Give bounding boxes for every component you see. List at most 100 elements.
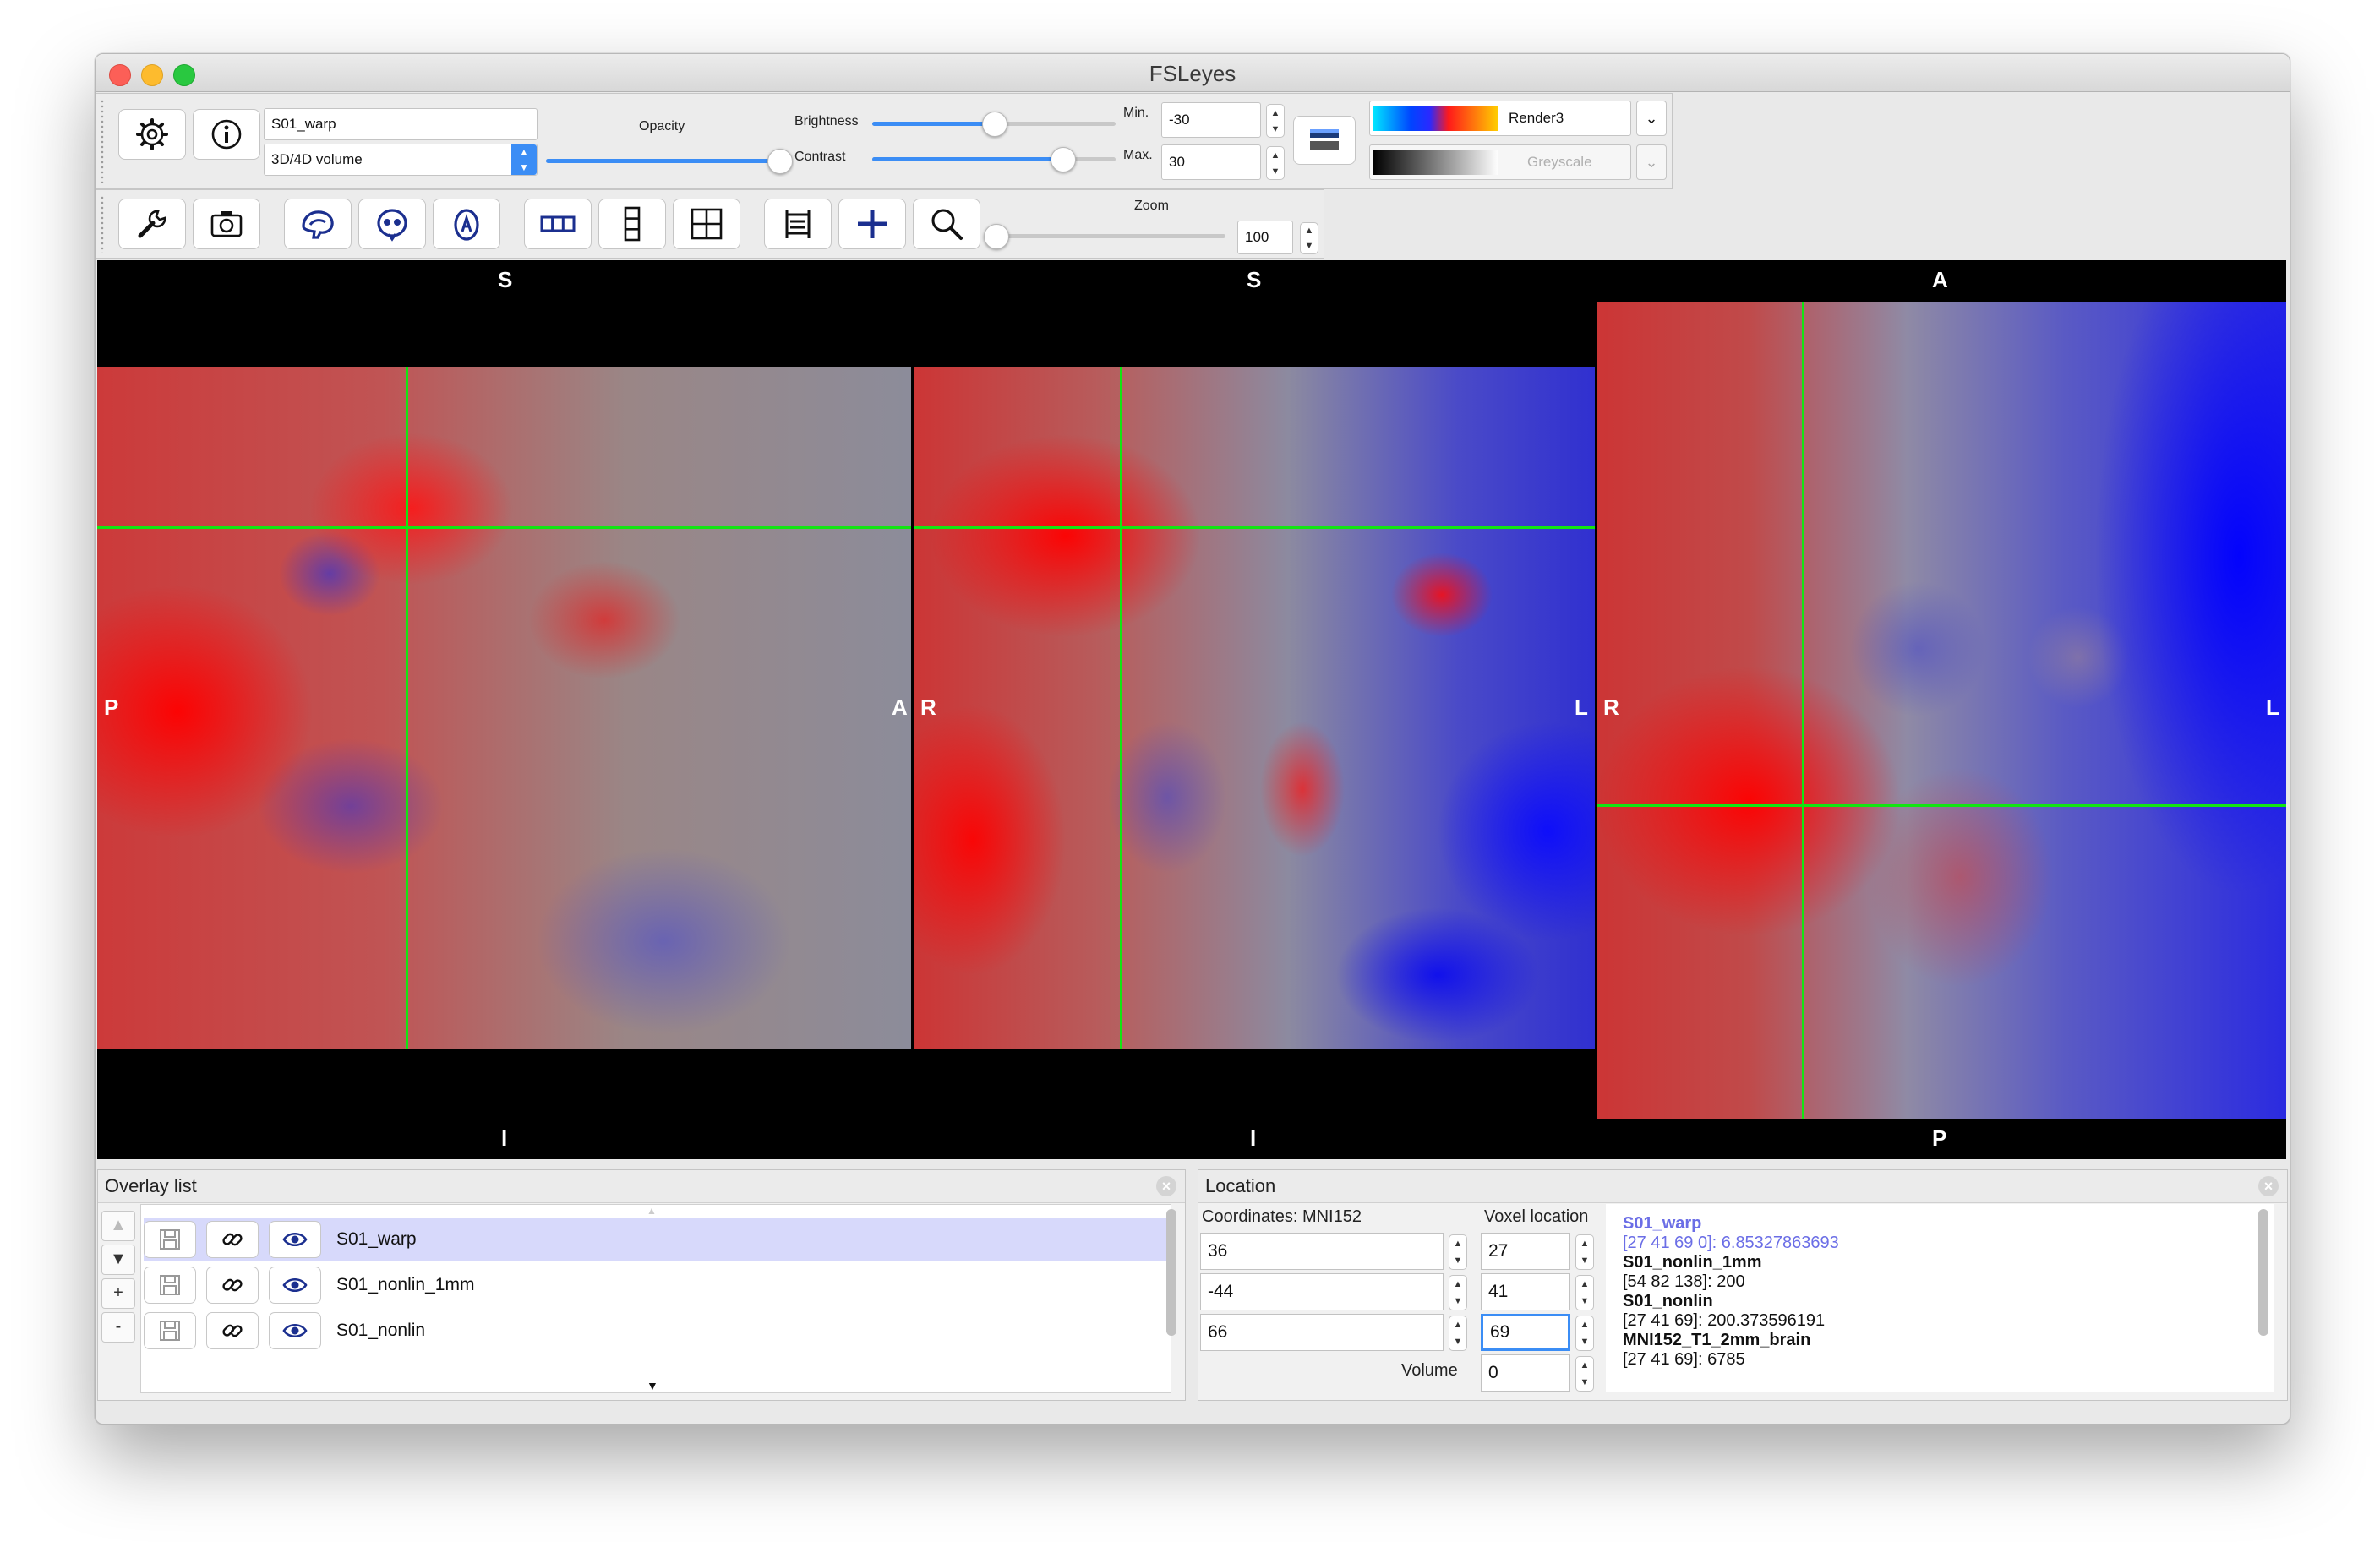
contrast-slider-knob[interactable] xyxy=(1050,147,1076,172)
volume-stepper[interactable]: ▲ ▼ xyxy=(1575,1356,1594,1392)
location-panel: Location × Coordinates: MNI152 Voxel loc… xyxy=(1198,1169,2288,1401)
scroll-down-icon[interactable]: ▼ xyxy=(647,1379,658,1392)
move-overlay-up-button[interactable]: ▲ xyxy=(101,1211,135,1241)
step-up-icon: ▲ xyxy=(1270,150,1280,161)
colormap-dropdown-button[interactable]: ⌄ xyxy=(1636,101,1667,136)
voxel-x-field[interactable]: 27 xyxy=(1481,1233,1570,1270)
coordinate-x-field[interactable]: 36 xyxy=(1200,1233,1444,1270)
orientation-label-bottom: I xyxy=(1250,1125,1257,1151)
coordinate-z-stepper[interactable]: ▲ ▼ xyxy=(1449,1316,1467,1351)
ortho-view[interactable]: S I P A S I R L A P R L xyxy=(97,260,2286,1159)
view-settings-button[interactable] xyxy=(118,199,186,249)
min-field[interactable]: -30 xyxy=(1161,102,1261,138)
coronal-canvas[interactable]: S I R L xyxy=(914,260,1595,1159)
opacity-slider-knob[interactable] xyxy=(767,149,793,174)
axial-canvas[interactable]: A P R L xyxy=(1597,260,2286,1159)
sagittal-brain-icon xyxy=(302,210,334,239)
close-panel-button[interactable]: × xyxy=(2258,1176,2279,1196)
zoom-reset-button[interactable] xyxy=(913,199,980,249)
voxel-x-stepper[interactable]: ▲ ▼ xyxy=(1575,1234,1594,1270)
list-item[interactable]: S01_warp xyxy=(144,1218,1166,1261)
grid-layout-icon xyxy=(691,208,723,240)
step-down-icon: ▼ xyxy=(1453,1256,1463,1266)
toggle-visibility-button[interactable] xyxy=(269,1312,321,1349)
eye-icon xyxy=(282,1232,308,1247)
max-stepper[interactable]: ▲ ▼ xyxy=(1266,146,1285,180)
save-overlay-button[interactable] xyxy=(144,1312,196,1349)
toggle-axial-button[interactable] xyxy=(433,199,500,249)
zoom-field[interactable]: 100 xyxy=(1237,221,1293,254)
sagittal-canvas[interactable]: S I P A xyxy=(97,260,911,1159)
coordinate-y-field[interactable]: -44 xyxy=(1200,1273,1444,1310)
negative-colormap-select[interactable]: Greyscale xyxy=(1369,144,1631,180)
overlay-name: S01_nonlin xyxy=(336,1321,426,1340)
grid-layout-button[interactable] xyxy=(673,199,740,249)
brightness-slider[interactable] xyxy=(872,112,1116,137)
coordinate-y-stepper[interactable]: ▲ ▼ xyxy=(1449,1275,1467,1310)
orientation-label-top: S xyxy=(1247,267,1262,292)
coordinates-label: Coordinates: MNI152 xyxy=(1202,1207,1362,1226)
toolbar-grip[interactable] xyxy=(100,195,105,253)
step-up-icon: ▲ xyxy=(1270,107,1280,118)
remove-overlay-button[interactable]: - xyxy=(101,1312,135,1343)
link-overlay-button[interactable] xyxy=(206,1267,259,1304)
volume-label: Volume xyxy=(1401,1361,1458,1380)
voxel-y-field[interactable]: 41 xyxy=(1481,1273,1570,1310)
list-item[interactable]: S01_nonlin xyxy=(144,1309,1166,1353)
step-down-icon: ▼ xyxy=(1580,1296,1590,1306)
link-overlay-button[interactable] xyxy=(206,1221,259,1258)
toggle-cursor-button[interactable] xyxy=(838,199,906,249)
toggle-sagittal-button[interactable] xyxy=(284,199,352,249)
add-overlay-button[interactable]: + xyxy=(101,1278,135,1309)
zoom-stepper[interactable]: ▲ ▼ xyxy=(1300,222,1318,254)
info-button[interactable] xyxy=(193,109,260,160)
location-info-list: S01_warp [27 41 69 0]: 6.85327863693 S01… xyxy=(1623,1214,2248,1392)
scroll-up-icon[interactable]: ▲ xyxy=(647,1205,657,1217)
settings-button[interactable] xyxy=(118,109,186,160)
voxel-z-stepper[interactable]: ▲ ▼ xyxy=(1575,1316,1594,1351)
zoom-label: Zoom xyxy=(1134,199,1169,213)
brightness-slider-knob[interactable] xyxy=(982,112,1007,137)
crosshair-vertical xyxy=(406,367,408,1049)
close-panel-button[interactable]: × xyxy=(1156,1176,1176,1196)
voxel-y-stepper[interactable]: ▲ ▼ xyxy=(1575,1275,1594,1310)
horizontal-layout-button[interactable] xyxy=(524,199,592,249)
max-label: Max. xyxy=(1123,148,1153,162)
vertical-layout-button[interactable] xyxy=(598,199,666,249)
link-colormap-range-button[interactable] xyxy=(1293,116,1356,165)
toolbar-grip[interactable] xyxy=(100,99,105,183)
negative-colormap-dropdown-button[interactable]: ⌄ xyxy=(1636,144,1667,180)
colormap-select[interactable]: Render3 xyxy=(1369,101,1631,136)
contrast-slider[interactable] xyxy=(872,147,1116,172)
sagittal-slice[interactable] xyxy=(97,367,911,1049)
zoom-slider[interactable] xyxy=(984,224,1225,249)
max-field[interactable]: 30 xyxy=(1161,144,1261,180)
opacity-slider[interactable] xyxy=(546,149,793,174)
coronal-slice[interactable] xyxy=(914,367,1595,1049)
screenshot-button[interactable] xyxy=(193,199,260,249)
info-overlay-value: [27 41 69]: 6785 xyxy=(1623,1350,1745,1369)
voxel-z-field[interactable]: 69 xyxy=(1481,1314,1570,1351)
overlay-list-scrollbar[interactable] xyxy=(1166,1209,1176,1336)
toggle-coronal-button[interactable] xyxy=(358,199,426,249)
min-stepper[interactable]: ▲ ▼ xyxy=(1266,104,1285,138)
volume-field[interactable]: 0 xyxy=(1481,1354,1570,1392)
axial-slice[interactable] xyxy=(1597,302,2286,1119)
link-overlay-button[interactable] xyxy=(206,1312,259,1349)
step-up-icon: ▲ xyxy=(1453,1279,1463,1289)
overlay-name-field[interactable]: S01_warp xyxy=(264,108,538,140)
save-overlay-button[interactable] xyxy=(144,1221,196,1258)
location-info-scrollbar[interactable] xyxy=(2258,1209,2268,1336)
movie-mode-button[interactable] xyxy=(764,199,832,249)
move-overlay-down-button[interactable]: ▼ xyxy=(101,1245,135,1275)
toggle-visibility-button[interactable] xyxy=(269,1221,321,1258)
list-item[interactable]: S01_nonlin_1mm xyxy=(144,1263,1166,1307)
coronal-brain-icon xyxy=(377,209,407,242)
zoom-slider-knob[interactable] xyxy=(984,224,1009,249)
toggle-visibility-button[interactable] xyxy=(269,1267,321,1304)
coordinate-x-stepper[interactable]: ▲ ▼ xyxy=(1449,1234,1467,1270)
colormap-name: Render3 xyxy=(1509,110,1564,126)
overlay-type-select[interactable]: 3D/4D volume ▲ ▼ xyxy=(264,144,538,176)
save-overlay-button[interactable] xyxy=(144,1267,196,1304)
coordinate-z-field[interactable]: 66 xyxy=(1200,1314,1444,1351)
